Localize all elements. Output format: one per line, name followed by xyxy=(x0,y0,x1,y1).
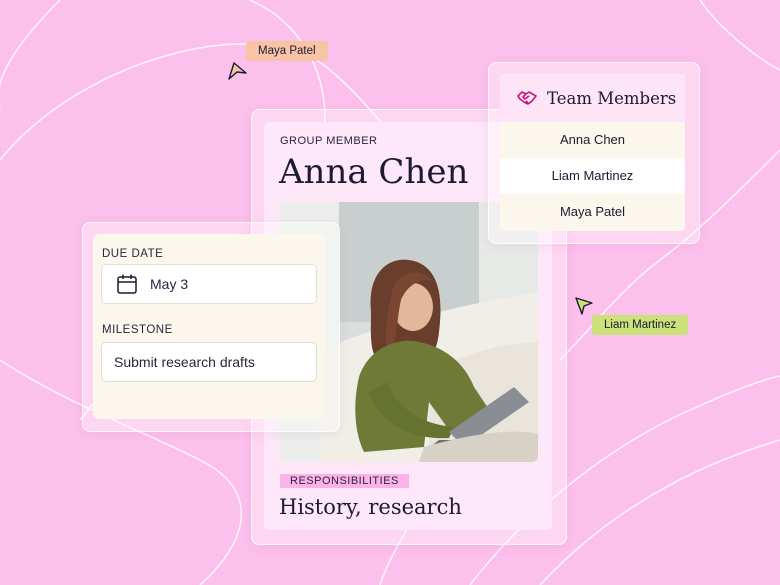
due-date-label: DUE DATE xyxy=(102,248,164,260)
milestone-value: Submit research drafts xyxy=(114,354,255,370)
calendar-icon xyxy=(116,273,138,298)
group-member-label: GROUP MEMBER xyxy=(280,135,378,147)
team-members-card: Team Members Anna Chen Liam Martinez May… xyxy=(500,74,685,231)
team-member-row[interactable]: Maya Patel xyxy=(500,194,685,230)
milestone-field[interactable]: Submit research drafts xyxy=(101,342,317,382)
handshake-icon xyxy=(517,90,537,111)
milestone-label: MILESTONE xyxy=(102,324,173,336)
team-members-title: Team Members xyxy=(547,89,677,108)
task-card: DUE DATE May 3 MILESTONE Submit research… xyxy=(93,234,325,419)
team-member-row[interactable]: Liam Martinez xyxy=(500,158,685,194)
cursor-arrow-icon xyxy=(573,295,595,322)
cursor-label-maya: Maya Patel xyxy=(246,41,328,61)
due-date-field[interactable]: May 3 xyxy=(101,264,317,304)
team-members-header: Team Members xyxy=(500,74,685,122)
cursor-arrow-icon xyxy=(226,60,248,87)
due-date-value: May 3 xyxy=(150,276,189,292)
cursor-label-liam: Liam Martinez xyxy=(592,315,689,335)
responsibilities-label: RESPONSIBILITIES xyxy=(280,474,409,488)
team-member-row[interactable]: Anna Chen xyxy=(500,122,685,158)
member-name: Anna Chen xyxy=(279,152,469,192)
responsibilities-value: History, research xyxy=(279,495,462,519)
